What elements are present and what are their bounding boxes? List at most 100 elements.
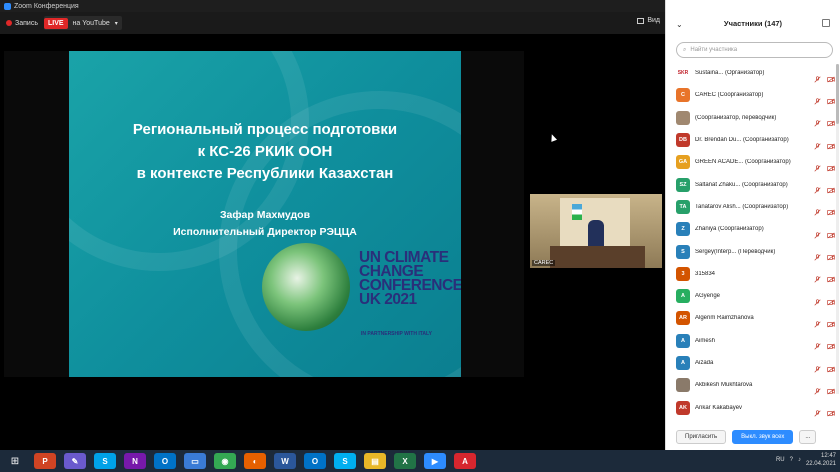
participant-name: Akbikesh Mukhtarova [695, 382, 753, 389]
participant-row[interactable]: A AGyenge [666, 285, 840, 307]
screen-icon[interactable]: ▭ [184, 453, 206, 469]
video-thumbnail[interactable]: CAREC [530, 194, 662, 268]
participant-row[interactable]: Z Zhaniya (Соорганизатор) [666, 218, 840, 240]
taskbar-clock[interactable]: 12:47 22.04.2021 [806, 452, 836, 468]
participants-scrollbar[interactable] [836, 64, 839, 394]
video-off-icon [827, 226, 835, 239]
slide-title-line: в контексте Республики Казахстан [136, 165, 394, 182]
participant-row[interactable]: 3 315834 [666, 263, 840, 285]
participant-row[interactable]: AR Algerim Raimzhanova [666, 307, 840, 329]
view-label: Вид [647, 17, 660, 24]
video-label: CAREC [532, 260, 556, 266]
more-button[interactable]: ... [799, 430, 817, 444]
participant-row[interactable]: S Sergey(Interp... (Переводчик) [666, 240, 840, 262]
avatar: AR [676, 311, 690, 326]
participant-row[interactable]: DB Dr. Brendan Du... (Соорганизатор) [666, 129, 840, 151]
participant-name: Dr. Brendan Du... (Соорганизатор) [695, 137, 789, 144]
participant-row[interactable]: SZ Saltanat Zhaku... (Соорганизатор) [666, 173, 840, 195]
video-off-icon [827, 382, 835, 395]
mic-muted-icon [814, 248, 821, 261]
author-name: Зафар Махмудов [219, 209, 311, 221]
participant-row[interactable]: C CAREC (Соорганизатор) [666, 84, 840, 106]
word-icon[interactable]: W [274, 453, 296, 469]
video-off-icon [827, 92, 835, 105]
slide-title-line: к КС-26 РКИК ООН [197, 143, 333, 160]
powerpoint-icon[interactable]: P [34, 453, 56, 469]
participant-name: Saltanat Zhaku... (Соорганизатор) [695, 181, 788, 188]
skype-icon[interactable]: S [94, 453, 116, 469]
slide-title: Региональный процесс подготовки к КС-26 … [69, 119, 461, 185]
participant-row[interactable]: (Соорганизатор, переводчик) [666, 107, 840, 129]
excel-icon[interactable]: X [394, 453, 416, 469]
participants-footer: Пригласить Выкл. звук всех ... [666, 426, 840, 448]
mic-muted-icon [814, 293, 821, 306]
video-off-icon [827, 203, 835, 216]
video-off-icon [827, 293, 835, 306]
video-off-icon [827, 337, 835, 350]
view-button[interactable]: Вид [637, 17, 660, 24]
avatar: A [676, 333, 690, 348]
participant-row[interactable]: A Aizada [666, 352, 840, 374]
search-placeholder: Найти участника [690, 47, 738, 53]
live-stream-control[interactable]: LIVE на YouTube ▾ [43, 16, 122, 30]
chrome-icon[interactable]: ◉ [214, 453, 236, 469]
live-target: на YouTube [72, 19, 110, 27]
mic-muted-icon [814, 203, 821, 216]
mic-muted-icon [814, 114, 821, 127]
avatar: 3 [676, 266, 690, 281]
participant-row[interactable]: A Aimesh [666, 330, 840, 352]
record-indicator[interactable]: Запись [6, 20, 38, 27]
mute-all-button[interactable]: Выкл. звук всех [732, 430, 794, 444]
video-off-icon [827, 70, 835, 83]
outlook2-icon[interactable]: O [304, 453, 326, 469]
volume-icon[interactable]: ♪ [798, 457, 801, 463]
participant-row[interactable]: Akbikesh Mukhtarova [666, 374, 840, 396]
skype2-icon[interactable]: S [334, 453, 356, 469]
zoom-icon[interactable]: ▶ [424, 453, 446, 469]
participant-search-input[interactable]: ⌕ Найти участника [676, 42, 833, 58]
outlook-icon[interactable]: O [154, 453, 176, 469]
firefox-icon[interactable]: ◐ [244, 453, 266, 469]
meeting-toolbar: Запись LIVE на YouTube ▾ [0, 12, 665, 34]
avatar: SKR [676, 66, 690, 81]
participant-name: Sustaina... (Организатор) [695, 70, 765, 77]
mic-muted-icon [814, 404, 821, 417]
explorer-icon[interactable]: ▤ [364, 453, 386, 469]
mic-muted-icon [814, 226, 821, 239]
avatar: TA [676, 199, 690, 214]
mic-muted-icon [814, 270, 821, 283]
help-icon[interactable]: ? [790, 457, 793, 463]
mic-muted-icon [814, 70, 821, 83]
paint-icon[interactable]: ✎ [64, 453, 86, 469]
participant-name: CAREC (Соорганизатор) [695, 92, 764, 99]
participant-name: Ankar Kakabayev [695, 404, 743, 411]
slide-title-line: Региональный процесс подготовки [132, 121, 398, 138]
windows-taskbar: ⊞ P ✎ S N O ▭ ◉ ◐ W O S ▤ X ▶ A RU ? ♪ 12:47 22.04.202… [0, 450, 840, 472]
video-off-icon [827, 159, 835, 172]
cop26-logo: UN CLIMATE CHANGE CONFERENCE UK 2021 [359, 250, 461, 308]
participant-name: Sergey(Interp... (Переводчик) [695, 248, 776, 255]
flag-image [572, 204, 582, 220]
popout-icon[interactable] [822, 19, 830, 27]
scrollbar-thumb[interactable] [836, 64, 839, 124]
participant-row[interactable]: SKR Sustaina... (Организатор) [666, 62, 840, 84]
avatar: AK [676, 400, 690, 415]
onenote-icon[interactable]: N [124, 453, 146, 469]
participant-row[interactable]: AK Ankar Kakabayev [666, 396, 840, 418]
language-indicator[interactable]: RU [776, 457, 785, 463]
record-label: Запись [15, 19, 38, 27]
mic-muted-icon [814, 159, 821, 172]
participant-row[interactable]: GA GREEN ACADE... (Соорганизатор) [666, 151, 840, 173]
start-icon[interactable]: ⊞ [0, 456, 30, 467]
video-off-icon [827, 114, 835, 127]
shared-screen: Региональный процесс подготовки к КС-26 … [4, 51, 524, 377]
participant-row[interactable]: TA Tanatarov Alish... (Соорганизатор) [666, 196, 840, 218]
video-off-icon [827, 248, 835, 261]
acrobat-icon[interactable]: A [454, 453, 476, 469]
participant-name: Tanatarov Alish... (Соорганизатор) [695, 203, 789, 210]
invite-button[interactable]: Пригласить [676, 430, 727, 444]
mic-muted-icon [814, 137, 821, 150]
avatar: DB [676, 133, 690, 148]
avatar: A [676, 289, 690, 304]
slide-author: Зафар Махмудов Исполнительный Директор Р… [69, 207, 461, 241]
